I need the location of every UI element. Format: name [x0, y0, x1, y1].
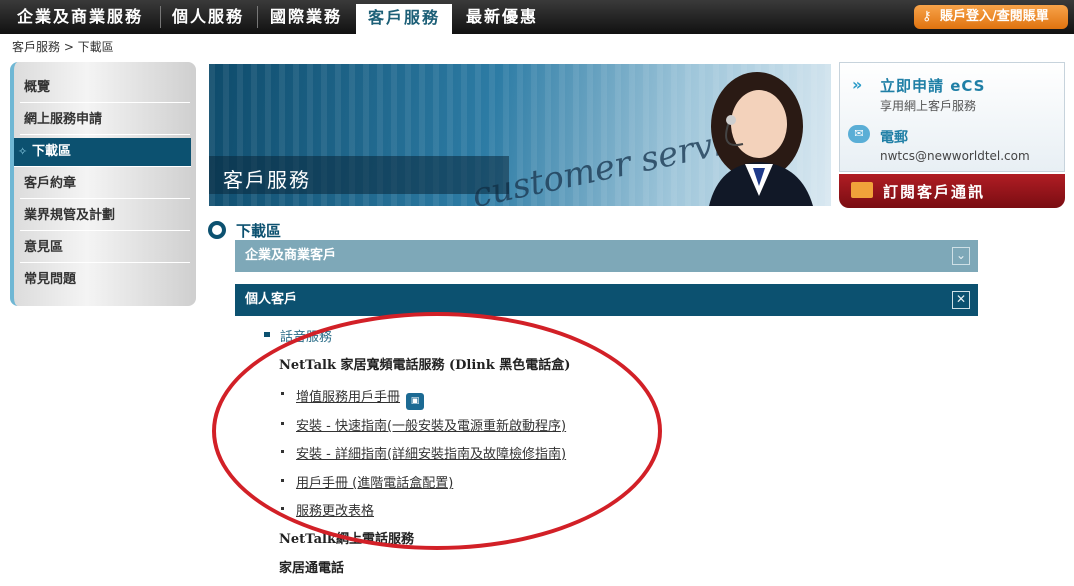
download-file-icon[interactable]: ▣ [406, 393, 425, 410]
ecs-panel[interactable]: » 立即申請 eCS 享用網上客戶服務 ✉ 電郵 nwtcs@newworldt… [839, 62, 1065, 172]
agent-photo [709, 72, 813, 206]
sidebar-item-label: 概覽 [24, 80, 51, 95]
accordion-business-customers[interactable]: 企業及商業客戶 ⌄ [235, 240, 978, 272]
tab-personal-services[interactable]: 個人服務 [161, 0, 255, 34]
account-login-label: 賬戶登入/查閱賬單 [940, 9, 1049, 24]
top-navigation: 企業及商業服務 個人服務 國際業務 客戶服務 最新優惠 ⚷ 賬戶登入/查閱賬單 [0, 0, 1074, 34]
sidebar-item-customer-charter[interactable]: 客戶約章 [20, 170, 190, 199]
envelope-icon [851, 182, 873, 198]
list-bullet [281, 422, 284, 425]
email-address[interactable]: nwtcs@newworldtel.com [880, 149, 1030, 163]
product-heading-nettalk-online: NetTalk網上電話服務 [279, 532, 414, 547]
square-bullet-icon [264, 332, 270, 337]
circle-bullet-icon [208, 221, 226, 239]
link-detailed-install-guide[interactable]: 安裝 - 詳細指南(詳細安裝指南及故障檢修指南) [296, 443, 566, 462]
arrow-icon: ✧ [18, 145, 28, 158]
link-service-change-form[interactable]: 服務更改表格 [296, 500, 374, 519]
product-heading-nettalk-home: NetTalk 家居寬頻電話服務 (Dlink 黑色電話盒) [279, 358, 571, 373]
accordion-label: 企業及商業客戶 [245, 248, 337, 263]
chevron-down-icon[interactable]: ⌄ [952, 247, 970, 265]
tab-customer-service[interactable]: 客戶服務 [356, 4, 452, 34]
subscribe-label: 訂閱客戶通訊 [883, 183, 986, 201]
product-heading-home-phone: 家居通電話 [279, 561, 345, 576]
page-title: 下載區 [208, 220, 281, 241]
sidebar-item-online-application[interactable]: 網上服務申請 [20, 106, 190, 135]
tab-international[interactable]: 國際業務 [258, 0, 354, 34]
sidebar-item-label: 網上服務申請 [24, 112, 103, 127]
list-bullet [281, 392, 284, 395]
sidebar-item-label: 客戶約章 [24, 176, 77, 191]
link-text[interactable]: 增值服務用戶手冊 [296, 390, 400, 405]
sidebar-item-faq[interactable]: 常見問題 [20, 266, 190, 294]
key-icon: ⚷ [922, 9, 932, 24]
link-user-manual[interactable]: 用戶手冊 (進階電話盒配置) [296, 472, 453, 491]
account-login-button[interactable]: ⚷ 賬戶登入/查閱賬單 [914, 5, 1068, 29]
sidebar-item-label: 下載區 [32, 144, 72, 159]
breadcrumb: 客戶服務 > 下載區 [12, 40, 114, 54]
sidebar-item-regulations[interactable]: 業界規管及計劃 [20, 202, 190, 231]
list-bullet [281, 507, 284, 510]
list-bullet [281, 479, 284, 482]
subscribe-newsletter-button[interactable]: 訂閱客戶通訊 [839, 174, 1065, 208]
ecs-title[interactable]: 立即申請 eCS [880, 75, 986, 96]
close-icon[interactable]: ✕ [952, 291, 970, 309]
email-title: 電郵 [880, 130, 908, 146]
sidebar-item-label: 常見問題 [24, 272, 77, 287]
accordion-personal-customers[interactable]: 個人客戶 ✕ [235, 284, 978, 316]
sidebar-item-feedback[interactable]: 意見區 [20, 234, 190, 263]
link-value-added-manual[interactable]: 增值服務用戶手冊 ▣ [296, 386, 425, 410]
tab-business-services[interactable]: 企業及商業服務 [0, 0, 160, 34]
list-bullet [281, 450, 284, 453]
sidebar-item-label: 業界規管及計劃 [24, 208, 116, 223]
ecs-subtitle: 享用網上客戶服務 [880, 99, 977, 113]
accordion-label: 個人客戶 [245, 292, 298, 307]
double-chevron-icon: » [852, 75, 863, 94]
sidebar: 概覽 網上服務申請 ✧ 下載區 客戶約章 業界規管及計劃 意見區 常見問題 [10, 62, 196, 306]
sidebar-item-label: 意見區 [24, 240, 64, 255]
voice-service-heading: 話音服務 [264, 326, 333, 345]
customer-service-banner: customer service 客戶服務 [209, 64, 831, 206]
sidebar-item-download[interactable]: ✧ 下載區 [14, 138, 191, 167]
sidebar-item-overview[interactable]: 概覽 [20, 74, 190, 103]
page-title-text: 下載區 [236, 222, 282, 240]
link-quick-install-guide[interactable]: 安裝 - 快速指南(一般安裝及電源重新啟動程序) [296, 415, 566, 434]
banner-title: 客戶服務 [223, 168, 311, 192]
email-icon: ✉ [848, 125, 870, 143]
tab-latest-offers[interactable]: 最新優惠 [456, 0, 548, 34]
subheading-text: 話音服務 [280, 330, 333, 345]
